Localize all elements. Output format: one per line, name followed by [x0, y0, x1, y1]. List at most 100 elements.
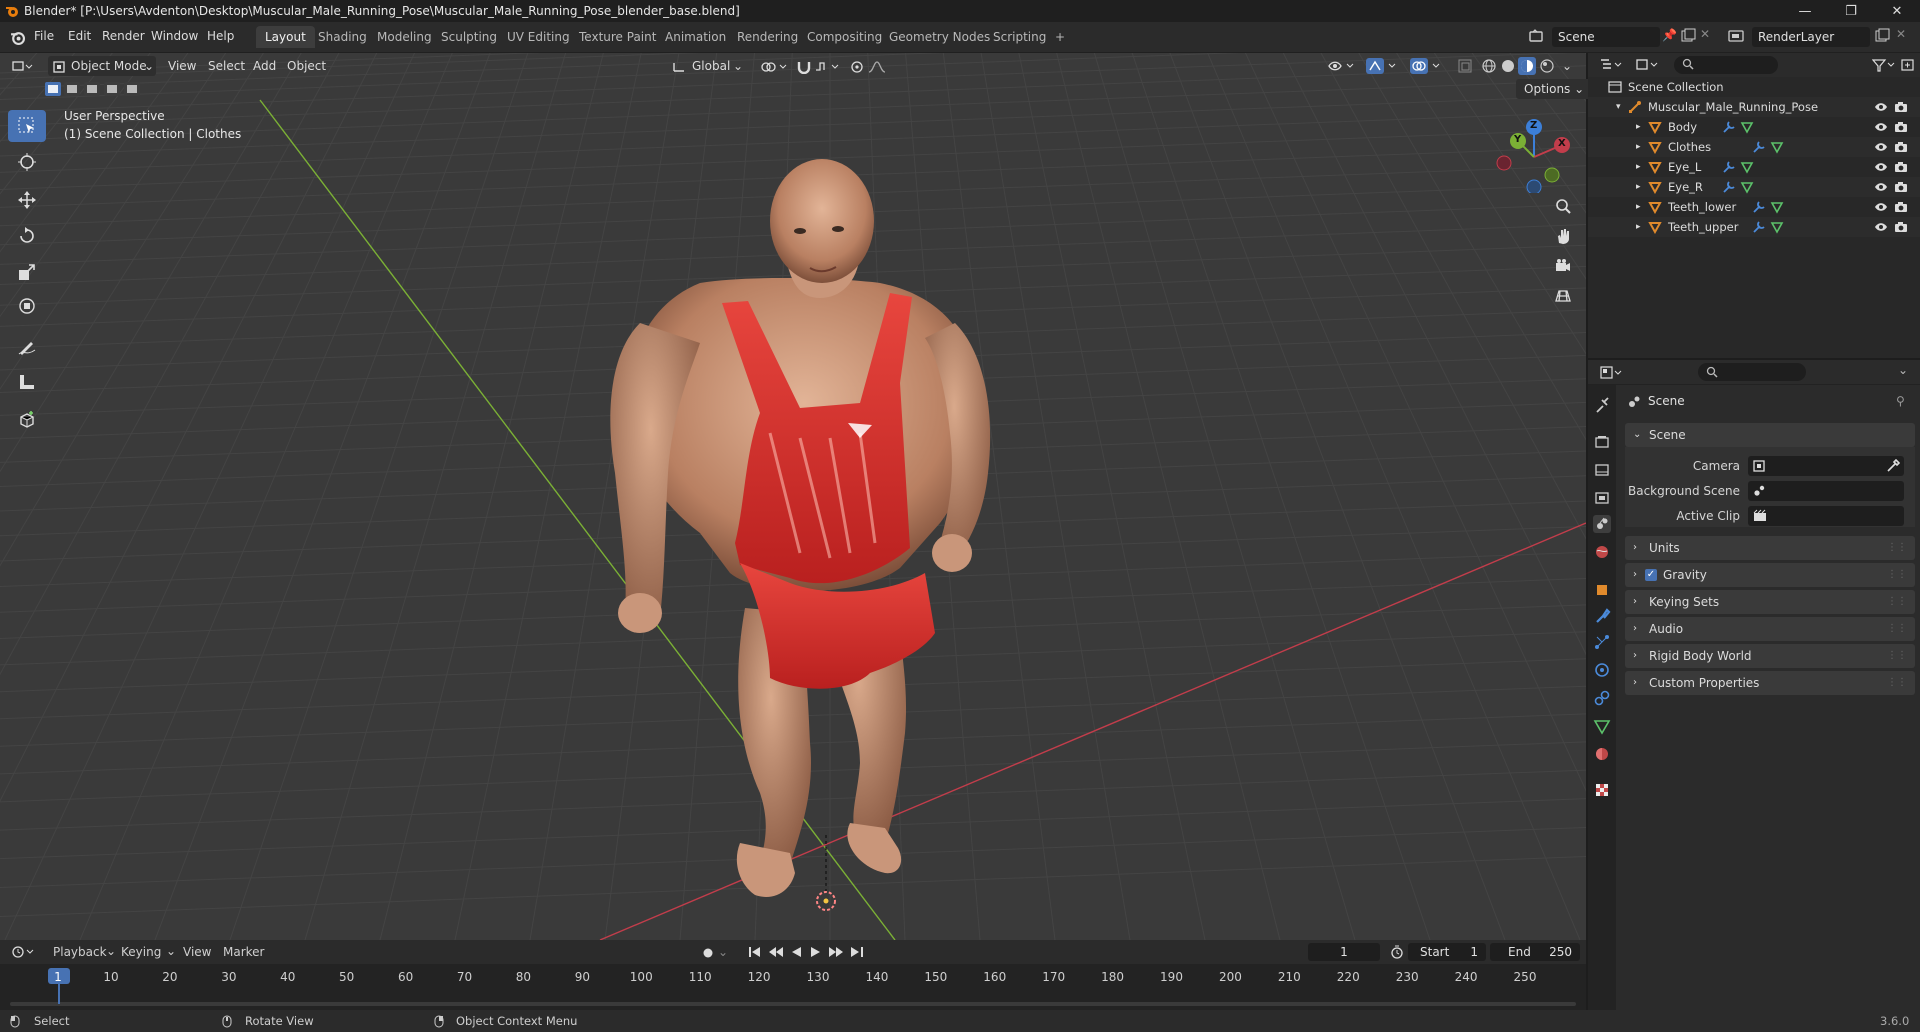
outliner-object-row[interactable]: ▸ Clothes	[1588, 137, 1920, 157]
zoom-icon[interactable]	[1550, 193, 1576, 219]
camera-view-icon[interactable]	[1550, 253, 1576, 279]
visibility-filter-icon[interactable]	[1328, 59, 1358, 73]
timeline-editor-icon[interactable]	[12, 945, 36, 959]
output-tab-icon[interactable]	[1593, 461, 1611, 479]
menu-playback[interactable]: Playback	[53, 945, 107, 959]
outliner-object-row[interactable]: ▸ Teeth_lower	[1588, 197, 1920, 217]
data-tab-icon[interactable]	[1593, 717, 1611, 735]
menu-marker[interactable]: Marker	[223, 945, 264, 959]
render-camera-icon[interactable]	[1894, 101, 1908, 113]
view-layer-tab-icon[interactable]	[1593, 489, 1611, 507]
visibility-eye-icon[interactable]	[1874, 181, 1888, 193]
scene-selector[interactable]: Scene	[1552, 27, 1660, 47]
properties-panel-header[interactable]: › Rigid Body World ⋮⋮	[1625, 644, 1915, 668]
expand-arrow-icon[interactable]: ▸	[1636, 217, 1641, 237]
mesh-data-icon[interactable]	[1770, 140, 1784, 154]
drag-handle-icon[interactable]: ⋮⋮	[1887, 617, 1907, 641]
add-workspace-button[interactable]: +	[1046, 26, 1074, 48]
outliner-row-collection[interactable]: ▾ Muscular_Male_Running_Pose	[1588, 97, 1920, 117]
menu-select[interactable]: Select	[208, 56, 245, 76]
pin-icon[interactable]: ⚲	[1896, 394, 1905, 408]
tab-modeling[interactable]: Modeling	[368, 26, 441, 48]
view-layer-icon[interactable]	[1728, 28, 1746, 44]
particles-tab-icon[interactable]	[1593, 633, 1611, 651]
mesh-data-icon[interactable]	[1770, 220, 1784, 234]
xray-toggle-icon[interactable]	[1458, 59, 1472, 73]
new-collection-icon[interactable]	[1901, 58, 1915, 72]
snap-magnet-icon[interactable]	[796, 60, 812, 74]
material-preview-icon[interactable]	[1518, 57, 1536, 75]
start-frame-field[interactable]: Start 1	[1408, 943, 1486, 961]
gravity-checkbox[interactable]: ✓	[1645, 569, 1657, 581]
stopwatch-icon[interactable]	[1390, 945, 1404, 959]
active-clip-field[interactable]	[1748, 506, 1904, 526]
tab-sculpting[interactable]: Sculpting	[432, 26, 506, 48]
tab-geometry-nodes[interactable]: Geometry Nodes	[880, 26, 999, 48]
snap-target-icon[interactable]	[814, 60, 842, 74]
expand-arrow-icon[interactable]: ▸	[1636, 117, 1641, 137]
new-scene-icon[interactable]	[1680, 28, 1696, 44]
render-camera-icon[interactable]	[1894, 221, 1908, 233]
tab-shading[interactable]: Shading	[309, 26, 376, 48]
new-view-layer-icon[interactable]	[1874, 28, 1890, 44]
jump-end-icon[interactable]	[850, 946, 864, 958]
shading-options-chevron[interactable]: ⌄	[1562, 56, 1572, 76]
properties-editor-icon[interactable]	[1600, 366, 1624, 380]
properties-panel-header[interactable]: › Keying Sets ⋮⋮	[1625, 590, 1915, 614]
tool-tab-icon[interactable]	[1593, 397, 1611, 415]
solid-shading-icon[interactable]	[1501, 59, 1515, 73]
menu-timeline-view[interactable]: View	[183, 945, 211, 959]
view-layer-selector[interactable]: RenderLayer	[1752, 27, 1870, 47]
expand-arrow-icon[interactable]: ▸	[1636, 197, 1641, 217]
visibility-eye-icon[interactable]	[1874, 121, 1888, 133]
play-reverse-icon[interactable]	[790, 946, 802, 958]
proportional-falloff-icon[interactable]	[868, 60, 892, 74]
filter-icon[interactable]	[1872, 58, 1896, 72]
visibility-eye-icon[interactable]	[1874, 161, 1888, 173]
delete-view-layer-icon[interactable]: ✕	[1896, 27, 1906, 41]
properties-panel-header[interactable]: › Custom Properties ⋮⋮	[1625, 671, 1915, 695]
tab-layout[interactable]: Layout	[256, 26, 315, 48]
material-tab-icon[interactable]	[1593, 745, 1611, 763]
annotate-tool[interactable]	[8, 330, 46, 362]
outliner-editor-icon[interactable]	[1600, 58, 1624, 72]
menu-view[interactable]: View	[168, 56, 196, 76]
blender-menu-icon[interactable]	[10, 30, 25, 45]
end-frame-field[interactable]: End 250	[1490, 943, 1580, 961]
render-camera-icon[interactable]	[1894, 161, 1908, 173]
render-camera-icon[interactable]	[1894, 181, 1908, 193]
render-tab-icon[interactable]	[1593, 433, 1611, 451]
overlays-toggle-icon[interactable]	[1410, 58, 1446, 74]
mesh-data-icon[interactable]	[1740, 120, 1754, 134]
pan-hand-icon[interactable]	[1550, 223, 1576, 249]
eyedropper-icon[interactable]	[1886, 459, 1900, 473]
outliner-object-row[interactable]: ▸ Eye_R	[1588, 177, 1920, 197]
menu-keying[interactable]: Keying	[121, 945, 161, 959]
mesh-data-icon[interactable]	[1740, 160, 1754, 174]
jump-start-icon[interactable]	[748, 946, 762, 958]
physics-tab-icon[interactable]	[1593, 661, 1611, 679]
menu-object[interactable]: Object	[287, 56, 326, 76]
rotate-tool[interactable]	[8, 220, 46, 252]
proportional-edit-icon[interactable]	[850, 60, 864, 74]
minimize-button[interactable]: —	[1782, 0, 1828, 22]
outliner-row-scene-collection[interactable]: Scene Collection	[1588, 77, 1920, 97]
menu-edit[interactable]: Edit	[68, 29, 91, 43]
menu-add[interactable]: Add	[253, 56, 276, 76]
background-scene-field[interactable]	[1748, 481, 1904, 501]
modifier-wrench-icon[interactable]	[1722, 120, 1736, 134]
visibility-eye-icon[interactable]	[1874, 141, 1888, 153]
properties-panel-header[interactable]: › Units ⋮⋮	[1625, 536, 1915, 560]
scene-tab-icon[interactable]	[1593, 515, 1611, 533]
ortho-grid-icon[interactable]	[1550, 283, 1576, 309]
drag-handle-icon[interactable]: ⋮⋮	[1887, 590, 1907, 614]
current-frame-field[interactable]: 1	[1308, 943, 1380, 961]
modifier-wrench-icon[interactable]	[1752, 220, 1766, 234]
outliner-object-row[interactable]: ▸ Body	[1588, 117, 1920, 137]
menu-render[interactable]: Render	[102, 29, 145, 43]
properties-panel-header[interactable]: › ✓ Gravity ⋮⋮	[1625, 563, 1915, 587]
expand-arrow-icon[interactable]: ▸	[1636, 177, 1641, 197]
outliner-object-row[interactable]: ▸ Eye_L	[1588, 157, 1920, 177]
expand-arrow-icon[interactable]: ▸	[1636, 137, 1641, 157]
timeline-scrollbar[interactable]	[10, 1002, 1576, 1006]
